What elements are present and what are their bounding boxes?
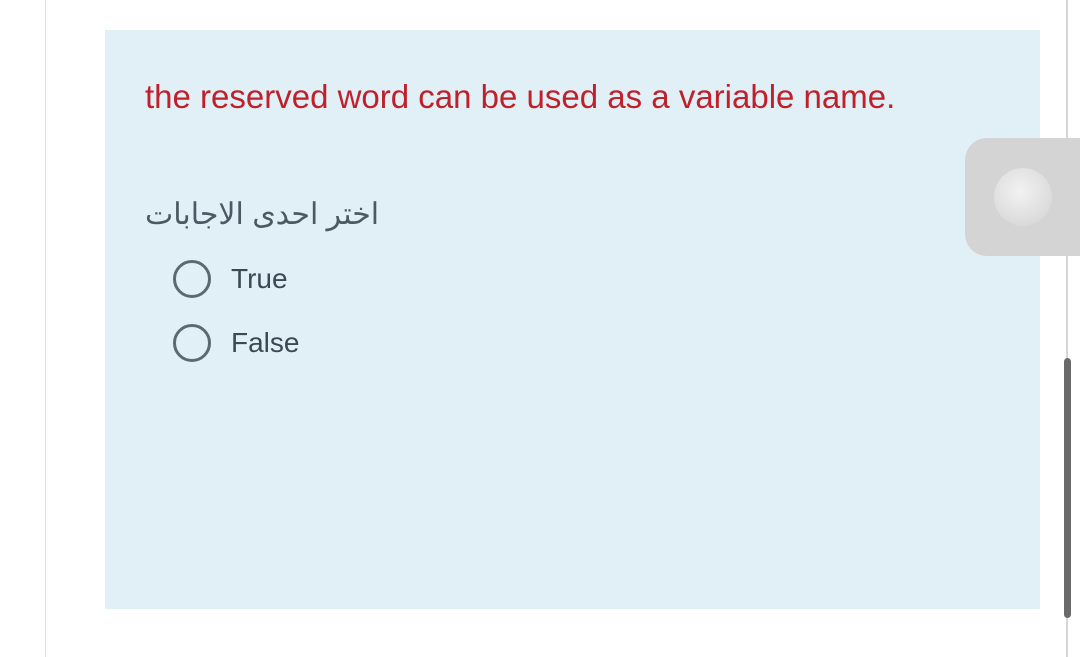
question-text: the reserved word can be used as a varia… (145, 72, 1000, 122)
assist-button-icon (994, 168, 1052, 226)
option-label: True (231, 263, 288, 295)
question-panel: the reserved word can be used as a varia… (105, 30, 1040, 609)
radio-icon[interactable] (173, 260, 211, 298)
scrollbar-thumb[interactable] (1064, 358, 1071, 618)
answer-prompt: اختر احدى الاجابات (145, 197, 1000, 232)
options-group: True False (145, 260, 1000, 362)
option-label: False (231, 327, 299, 359)
radio-icon[interactable] (173, 324, 211, 362)
option-true[interactable]: True (173, 260, 1000, 298)
accessibility-widget[interactable] (965, 138, 1080, 256)
option-false[interactable]: False (173, 324, 1000, 362)
left-divider (45, 0, 46, 657)
